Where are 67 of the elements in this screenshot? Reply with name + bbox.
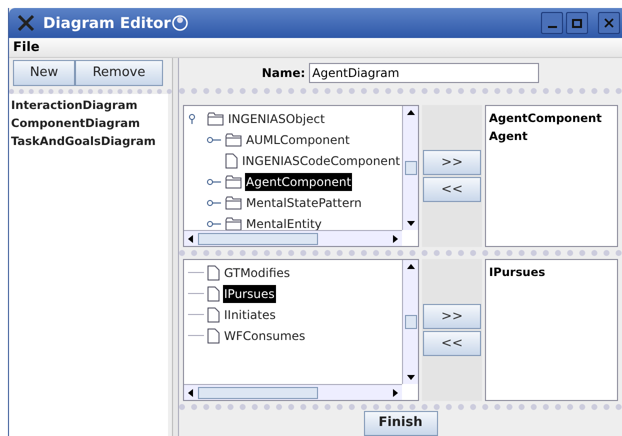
- diagram-item[interactable]: TaskAndGoalsDiagram: [11, 132, 166, 150]
- menu-item[interactable]: File: [13, 38, 40, 58]
- list-item[interactable]: Agent: [489, 127, 614, 145]
- scroll-right-icon[interactable]: [391, 388, 399, 396]
- scroll-right-icon[interactable]: [391, 234, 399, 242]
- app-icon: [17, 14, 35, 32]
- new-button[interactable]: New: [13, 60, 75, 86]
- vertical-scrollbar[interactable]: [402, 106, 418, 230]
- tree-item[interactable]: AUMLComponent: [245, 130, 351, 148]
- document-icon: [207, 286, 220, 302]
- tree-line: [188, 293, 204, 294]
- tree-item[interactable]: GTModifies: [223, 264, 292, 282]
- scroll-thumb[interactable]: [198, 232, 318, 244]
- tree-item[interactable]: MentalStatePattern: [245, 194, 363, 212]
- folder-icon: [225, 196, 242, 210]
- name-label: Name:: [262, 65, 306, 82]
- folder-icon: [225, 132, 242, 146]
- collapsed-handle-icon[interactable]: [206, 218, 222, 228]
- remove-button[interactable]: Remove: [75, 60, 163, 86]
- vertical-scrollbar[interactable]: [402, 260, 418, 384]
- tree-line: [188, 314, 204, 315]
- document-icon: [225, 152, 238, 168]
- tree-item[interactable]: INGENIASObject: [227, 110, 326, 128]
- tree-item[interactable]: INGENIASCodeComponent: [241, 152, 402, 170]
- list-item[interactable]: AgentComponent: [489, 109, 614, 127]
- tree-item[interactable]: IInitiates: [223, 306, 277, 324]
- tree-line: [188, 335, 204, 336]
- document-icon: [207, 328, 220, 344]
- tree-item[interactable]: AgentComponent: [245, 172, 352, 190]
- scroll-left-icon[interactable]: [187, 388, 195, 396]
- tree-item[interactable]: IPursues: [223, 284, 276, 302]
- scroll-down-icon[interactable]: [406, 373, 414, 381]
- folder-icon: [225, 174, 242, 188]
- document-icon: [207, 306, 220, 322]
- scroll-thumb[interactable]: [404, 315, 416, 329]
- maximize-button[interactable]: [566, 12, 588, 34]
- swirl-icon: [170, 14, 189, 32]
- scroll-up-icon[interactable]: [406, 263, 414, 271]
- scroll-thumb[interactable]: [198, 386, 318, 398]
- remove-button[interactable]: <<: [423, 177, 481, 202]
- collapsed-handle-icon[interactable]: [206, 176, 222, 186]
- add-button[interactable]: >>: [423, 304, 481, 329]
- document-icon: [207, 264, 220, 280]
- diagram-item[interactable]: ComponentDiagram: [11, 114, 166, 132]
- collapsed-handle-icon[interactable]: [206, 198, 222, 208]
- tree-line: [188, 272, 204, 273]
- horizontal-scrollbar[interactable]: [184, 230, 402, 246]
- diagram-item[interactable]: InteractionDiagram: [11, 96, 166, 114]
- tree-item[interactable]: WFConsumes: [223, 326, 306, 344]
- remove-button[interactable]: <<: [423, 331, 481, 356]
- list-item[interactable]: IPursues: [489, 263, 614, 281]
- scroll-thumb[interactable]: [404, 161, 416, 175]
- name-field[interactable]: AgentDiagram: [309, 63, 540, 83]
- folder-icon: [207, 112, 224, 126]
- folder-icon: [225, 216, 242, 230]
- window-title: Diagram Editor: [43, 12, 171, 34]
- horizontal-scrollbar[interactable]: [184, 384, 402, 400]
- tree-item[interactable]: MentalEntity: [245, 214, 323, 230]
- close-button[interactable]: [598, 12, 620, 34]
- add-button[interactable]: >>: [423, 150, 481, 175]
- scroll-up-icon[interactable]: [406, 109, 414, 117]
- scroll-down-icon[interactable]: [406, 219, 414, 227]
- close-icon: [604, 18, 614, 28]
- minimize-button[interactable]: [541, 12, 563, 34]
- scroll-left-icon[interactable]: [187, 234, 195, 242]
- collapsed-handle-icon[interactable]: [206, 134, 222, 144]
- finish-button[interactable]: Finish: [364, 410, 438, 436]
